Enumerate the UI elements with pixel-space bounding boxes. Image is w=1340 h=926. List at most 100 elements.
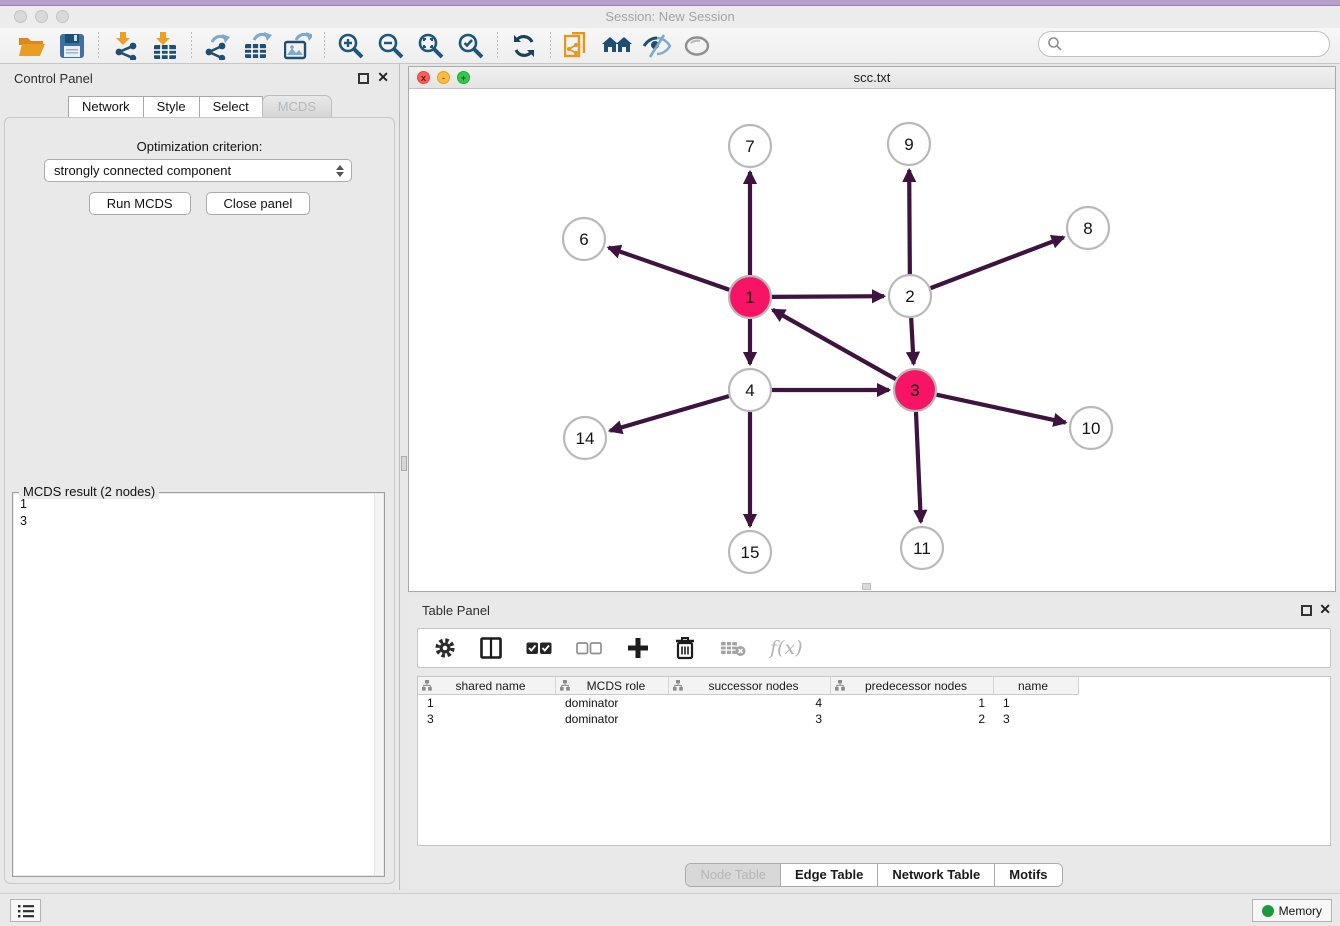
mcds-result-area[interactable]: 1 3 xyxy=(14,494,383,875)
delete-table-icon xyxy=(720,639,746,657)
search-bar[interactable] xyxy=(1038,31,1330,57)
export-table-button[interactable] xyxy=(238,30,278,62)
deselect-all-button[interactable] xyxy=(576,642,602,655)
close-panel-button[interactable]: Close panel xyxy=(206,192,311,215)
tab-network[interactable]: Network xyxy=(68,96,144,118)
graph-edge-3-11[interactable] xyxy=(916,412,921,522)
table-cell[interactable]: 3 xyxy=(994,711,1079,727)
graph-edge-2-3[interactable] xyxy=(911,318,913,364)
duplicate-network-button[interactable] xyxy=(557,30,597,62)
column-header-label: predecessor nodes xyxy=(845,679,993,693)
table-cell[interactable]: 4 xyxy=(669,695,831,711)
tab-motifs[interactable]: Motifs xyxy=(995,864,1061,886)
table-cell[interactable]: 1 xyxy=(418,695,556,711)
table-cell[interactable]: dominator xyxy=(556,711,669,727)
column-header-mcds-role[interactable]: MCDS role xyxy=(556,677,669,695)
column-header-successor-nodes[interactable]: successor nodes xyxy=(669,677,831,695)
table-row[interactable]: 3dominator323 xyxy=(418,711,1330,727)
graph-node-4[interactable]: 4 xyxy=(729,369,771,411)
function-builder-button[interactable]: f(x) xyxy=(770,637,803,659)
deselect-all-icon xyxy=(576,642,602,655)
export-image-button[interactable] xyxy=(278,30,318,62)
table-cell[interactable]: 1 xyxy=(994,695,1079,711)
graph-node-9[interactable]: 9 xyxy=(888,123,930,165)
control-panel-tabs: NetworkStyleSelectMCDS xyxy=(0,97,399,118)
table-cell[interactable]: 3 xyxy=(669,711,831,727)
open-session-button[interactable] xyxy=(12,30,52,62)
node-label: 6 xyxy=(579,230,588,249)
zoom-selected-button[interactable] xyxy=(451,30,491,62)
table-cell[interactable]: 2 xyxy=(831,711,994,727)
column-header-name[interactable]: name xyxy=(994,677,1079,695)
graph-node-10[interactable]: 10 xyxy=(1070,407,1112,449)
column-header-predecessor-nodes[interactable]: predecessor nodes xyxy=(831,677,994,695)
graph-node-8[interactable]: 8 xyxy=(1067,207,1109,249)
show-hide-graphics-details-button[interactable] xyxy=(637,30,677,62)
tab-edge-table[interactable]: Edge Table xyxy=(781,864,878,886)
memory-button[interactable]: Memory xyxy=(1252,899,1332,922)
graph-edge-3-10[interactable] xyxy=(937,395,1066,423)
control-panel-title: Control Panel xyxy=(14,71,93,86)
tab-node-table[interactable]: Node Table xyxy=(686,864,781,886)
toolbar-separator xyxy=(324,32,325,60)
graph-node-2[interactable]: 2 xyxy=(889,275,931,317)
close-panel-icon[interactable]: ✕ xyxy=(1319,601,1331,618)
table-cell[interactable]: 1 xyxy=(831,695,994,711)
table-row[interactable]: 1dominator411 xyxy=(418,695,1330,711)
graph-edge-2-9[interactable] xyxy=(909,170,910,274)
graph-edge-2-8[interactable] xyxy=(931,237,1064,288)
graph-edge-1-6[interactable] xyxy=(609,248,730,290)
select-all-button[interactable] xyxy=(526,642,552,655)
node-table-header: shared nameMCDS rolesuccessor nodes prede… xyxy=(418,676,1330,695)
graph-node-7[interactable]: 7 xyxy=(729,125,771,167)
add-column-button[interactable] xyxy=(626,636,650,660)
graph-node-11[interactable]: 11 xyxy=(901,527,943,569)
delete-column-button[interactable] xyxy=(674,636,696,660)
apply-layout-button[interactable] xyxy=(504,30,544,62)
zoom-out-button[interactable] xyxy=(371,30,411,62)
task-history-button[interactable] xyxy=(10,899,41,922)
tab-style[interactable]: Style xyxy=(143,96,200,118)
memory-status-icon xyxy=(1262,905,1274,917)
home-button[interactable] xyxy=(597,30,637,62)
table-cell[interactable]: dominator xyxy=(556,695,669,711)
zoom-in-icon xyxy=(337,32,365,60)
table-cell[interactable]: 3 xyxy=(418,711,556,727)
graph-edge-1-2[interactable] xyxy=(772,296,884,297)
tab-network-table[interactable]: Network Table xyxy=(878,864,995,886)
search-input[interactable] xyxy=(1063,34,1329,54)
graph-node-1[interactable]: 1 xyxy=(729,276,771,318)
zoom-fit-button[interactable] xyxy=(411,30,451,62)
split-view-button[interactable] xyxy=(480,637,502,659)
float-panel-icon[interactable] xyxy=(1301,605,1312,616)
tab-select[interactable]: Select xyxy=(199,96,263,118)
window-resize-grip[interactable] xyxy=(862,583,871,590)
import-table-button[interactable] xyxy=(145,30,185,62)
delete-table-button[interactable] xyxy=(720,639,746,657)
float-panel-icon[interactable] xyxy=(358,73,369,84)
network-canvas[interactable]: 7 9 6 8 1 2 4 3 14 10 15 11 xyxy=(409,89,1335,591)
birds-eye-view-button[interactable] xyxy=(677,30,717,62)
column-header-shared-name[interactable]: shared name xyxy=(418,677,556,695)
result-scrollbar[interactable] xyxy=(374,494,383,875)
graph-node-14[interactable]: 14 xyxy=(564,417,606,459)
network-window-titlebar[interactable]: x - + scc.txt xyxy=(409,67,1335,89)
split-columns-icon xyxy=(480,637,502,659)
list-icon xyxy=(17,903,35,919)
graph-node-6[interactable]: 6 xyxy=(563,218,605,260)
panel-divider-handle[interactable] xyxy=(401,456,407,471)
graph-edge-3-1[interactable] xyxy=(773,310,896,379)
node-table-body: 1dominator4113dominator323 xyxy=(418,695,1330,727)
table-settings-button[interactable] xyxy=(434,637,456,659)
run-mcds-button[interactable]: Run MCDS xyxy=(89,192,191,215)
import-network-button[interactable] xyxy=(105,30,145,62)
export-network-button[interactable] xyxy=(198,30,238,62)
tab-mcds[interactable]: MCDS xyxy=(262,95,332,118)
optimization-criterion-select[interactable]: strongly connected component xyxy=(44,159,352,182)
save-session-button[interactable] xyxy=(52,30,92,62)
zoom-in-button[interactable] xyxy=(331,30,371,62)
graph-edge-4-14[interactable] xyxy=(610,396,729,431)
graph-node-15[interactable]: 15 xyxy=(729,531,771,573)
close-panel-icon[interactable]: ✕ xyxy=(377,69,389,86)
graph-node-3[interactable]: 3 xyxy=(894,369,936,411)
